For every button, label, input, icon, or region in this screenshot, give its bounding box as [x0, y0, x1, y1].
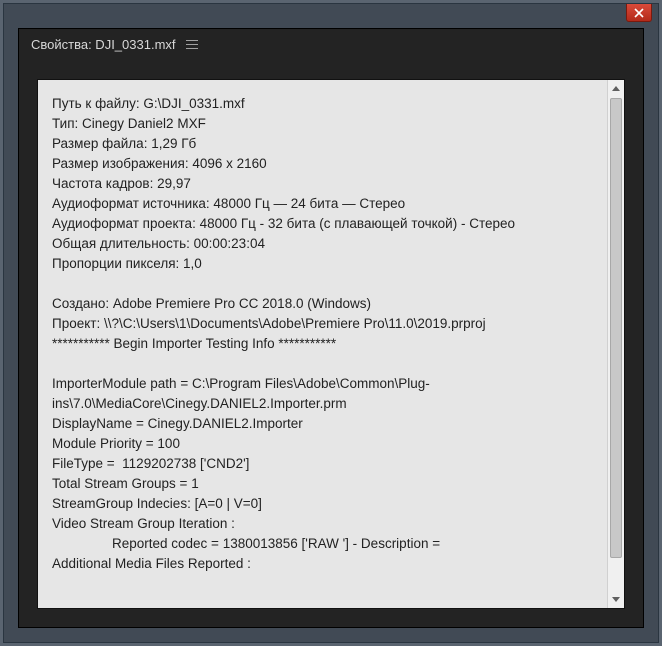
- panel-menu-icon[interactable]: [186, 40, 198, 49]
- content-area: Путь к файлу: G:\DJI_0331.mxf Тип: Cineg…: [37, 79, 625, 609]
- close-button[interactable]: [626, 4, 652, 22]
- close-icon: [634, 8, 644, 18]
- titlebar[interactable]: Свойства: DJI_0331.mxf: [19, 29, 643, 59]
- scrollbar-thumb[interactable]: [610, 98, 622, 558]
- outer-window-frame: Свойства: DJI_0331.mxf Путь к файлу: G:\…: [3, 3, 659, 643]
- scroll-up-arrow-icon[interactable]: [608, 80, 624, 97]
- properties-text: Путь к файлу: G:\DJI_0331.mxf Тип: Cineg…: [38, 80, 607, 608]
- panel-title: Свойства: DJI_0331.mxf: [31, 37, 176, 52]
- vertical-scrollbar[interactable]: [607, 80, 624, 608]
- scroll-down-arrow-icon[interactable]: [608, 591, 624, 608]
- properties-panel: Свойства: DJI_0331.mxf Путь к файлу: G:\…: [18, 28, 644, 628]
